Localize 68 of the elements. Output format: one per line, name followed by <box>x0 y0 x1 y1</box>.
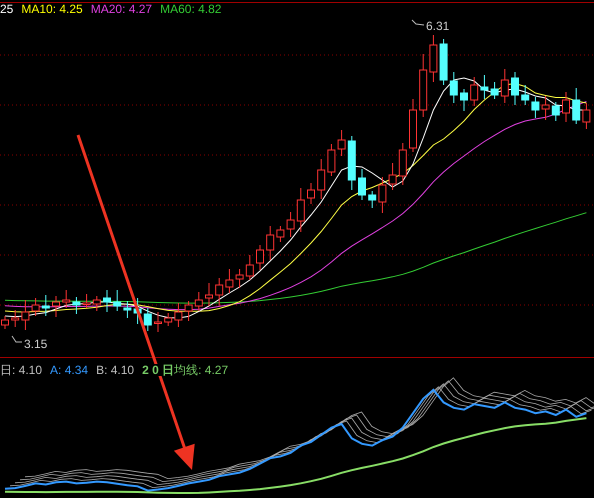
candlestick <box>500 68 509 104</box>
candlestick <box>470 76 478 106</box>
candlestick <box>317 158 326 200</box>
price-label: 3.15 <box>24 338 48 350</box>
candlestick <box>531 96 540 118</box>
candlestick <box>327 144 336 176</box>
candlestick <box>296 188 305 232</box>
candlestick <box>409 98 417 152</box>
candlestick <box>572 88 580 124</box>
candlestick <box>378 176 386 214</box>
candlestick <box>582 102 590 130</box>
candlestick <box>348 136 356 190</box>
legend-text: MA20: 4.27 <box>90 3 152 15</box>
candlestick <box>450 72 458 104</box>
candlestick <box>480 74 488 100</box>
candlestick <box>552 102 560 122</box>
candlestick <box>358 168 366 200</box>
candlestick <box>246 254 254 280</box>
candlestick <box>338 130 346 156</box>
candlestick <box>164 312 172 326</box>
legend-text: A: 4.34 <box>50 364 88 376</box>
legend-text: MA10: 4.25 <box>21 3 83 15</box>
candlestick <box>21 300 30 330</box>
candlestick <box>103 290 111 312</box>
candlestick <box>42 294 50 316</box>
candlestick <box>32 298 40 316</box>
candlestick <box>184 300 193 322</box>
candlestick <box>286 212 295 238</box>
candlestick <box>266 226 274 260</box>
candlestick <box>368 190 376 208</box>
candlestick <box>388 162 397 190</box>
candlestick <box>511 72 519 106</box>
candlestick <box>11 310 20 328</box>
candlestick <box>521 84 530 106</box>
legend-text: 日: 4.10 <box>0 364 42 376</box>
legend-text: B: 4.10 <box>96 364 134 376</box>
candlestick <box>72 296 80 314</box>
candlestick <box>215 278 224 306</box>
candlestick <box>154 312 162 332</box>
candlestick <box>174 302 182 328</box>
candlestick <box>123 300 132 318</box>
candlestick <box>398 142 407 186</box>
candlestick <box>144 308 152 332</box>
candlestick <box>276 226 284 242</box>
legend-text: MA60: 4.82 <box>160 3 222 15</box>
candlestick <box>225 268 234 294</box>
candlestick <box>419 54 428 118</box>
price-label: 6.31 <box>426 20 450 32</box>
candlestick <box>82 294 91 308</box>
leader-line <box>412 20 424 26</box>
candlestick <box>460 88 468 112</box>
leader-line <box>12 336 22 342</box>
candlestick <box>429 34 438 82</box>
legend-text: 2 0 日均线: 4.27 <box>142 364 228 376</box>
candlestick <box>62 290 70 308</box>
candlestick <box>490 82 499 100</box>
candlestick <box>205 282 213 306</box>
candlestick <box>113 290 122 312</box>
candlestick <box>562 92 570 122</box>
candlestick <box>440 38 448 86</box>
candlestick <box>307 182 315 204</box>
candlestick <box>542 96 550 120</box>
candlestick <box>92 296 101 312</box>
candlestick <box>236 268 244 288</box>
candlestick <box>194 292 203 312</box>
candlestick <box>52 296 60 318</box>
candlestick <box>256 244 264 270</box>
legend-text: 25 <box>0 3 14 15</box>
